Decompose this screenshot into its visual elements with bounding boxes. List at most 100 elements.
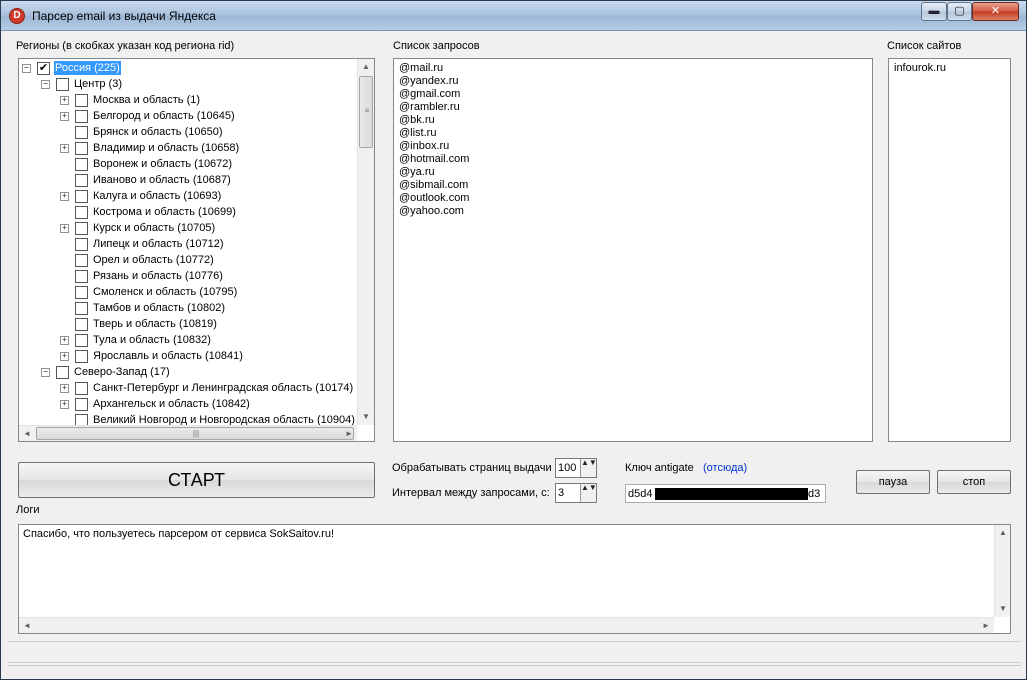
query-item: @gmail.com [399,88,461,100]
tree-item-checkbox[interactable] [75,110,88,123]
query-item: @hotmail.com [399,153,470,165]
tree-item-label: Санкт-Петербург и Ленинградская область … [93,382,354,394]
query-item: @yahoo.com [399,205,464,217]
tree-item-checkbox[interactable] [75,94,88,107]
interval-stepper[interactable]: 3 ▲▼ [555,483,597,503]
logs-vertical-scrollbar[interactable]: ▲ ▼ [994,525,1010,617]
tree-item-checkbox[interactable] [75,398,88,411]
tree-item-checkbox[interactable] [75,350,88,363]
tree-item-checkbox[interactable] [75,302,88,315]
tree-item-label: Курск и область (10705) [93,222,216,234]
grip-icon: ≡ [364,106,370,115]
window-title: Парсер email из выдачи Яндекса [32,9,216,23]
tree-item-label: Иваново и область (10687) [93,174,231,186]
tree-item-checkbox[interactable] [75,142,88,155]
site-item: infourok.ru [894,62,946,74]
logs-textarea[interactable]: Спасибо, что пользуетесь парсером от сер… [18,524,1011,634]
regions-tree[interactable]: − ✔ Россия (225) − Центр (3) + Москва и област… [18,58,375,442]
tree-item-label: Северо-Запад (17) [74,366,170,378]
close-button[interactable]: ✕ [972,2,1019,21]
tree-item-checkbox[interactable] [75,334,88,347]
tree-item-label: Кострома и область (10699) [93,206,236,218]
expand-icon[interactable]: + [60,352,69,361]
regions-vertical-scrollbar[interactable]: ▲ ≡ ▼ [357,59,374,425]
regions-tree-rows: − ✔ Россия (225) − Центр (3) + Москва и област… [19,59,357,425]
minimize-button[interactable]: ▬ [921,2,947,21]
interval-label: Интервал между запросами, с: [392,487,550,499]
expand-icon[interactable]: + [60,384,69,393]
scroll-down-icon[interactable]: ▼ [995,601,1011,617]
scroll-left-icon[interactable]: ◄ [19,618,35,634]
query-item: @inbox.ru [399,140,450,152]
bottom-strip [8,665,1021,672]
status-bar [8,641,1021,663]
antigate-key-suffix: d3 [808,488,821,500]
tree-item-checkbox[interactable] [75,126,88,139]
tree-item-label: Тверь и область (10819) [93,318,217,330]
interval-value: 3 [558,487,565,499]
tree-item-checkbox[interactable] [56,78,69,91]
tree-item-label: Липецк и область (10712) [93,238,224,250]
antigate-link[interactable]: (отсюда) [703,462,747,474]
pages-spin-icon[interactable]: ▲▼ [580,459,597,477]
sites-textarea[interactable]: infourok.ru [888,58,1011,442]
collapse-icon[interactable]: − [41,368,50,377]
query-item: @list.ru [399,127,437,139]
main-content: Регионы (в скобках указан код региона ri… [8,32,1021,673]
tree-item-checkbox[interactable] [75,286,88,299]
pause-button[interactable]: пауза [856,470,930,494]
antigate-key-field[interactable]: d5d4 d3 [625,484,826,503]
start-button[interactable]: СТАРТ [18,462,375,498]
tree-item-label: Белгород и область (10645) [93,110,235,122]
antigate-label: Ключ antigate [625,462,694,474]
scroll-up-icon[interactable]: ▲ [358,59,374,75]
expand-icon[interactable]: + [60,192,69,201]
regions-horizontal-scrollbar[interactable]: ◄ ||| ► [19,425,357,441]
tree-item-checkbox[interactable] [75,382,88,395]
scroll-up-icon[interactable]: ▲ [995,525,1011,541]
pages-value: 100 [558,462,577,474]
expand-icon[interactable]: + [60,336,69,345]
tree-item-checkbox[interactable] [75,190,88,203]
title-bar[interactable]: D Парсер email из выдачи Яндекса ▬ ▢ ✕ [1,1,1026,31]
tree-item-checkbox[interactable] [75,270,88,283]
tree-item-checkbox[interactable] [75,206,88,219]
collapse-icon[interactable]: − [22,64,31,73]
tree-item-checkbox[interactable] [75,318,88,331]
tree-item-checkbox[interactable] [75,254,88,267]
expand-icon[interactable]: + [60,112,69,121]
tree-item-checkbox[interactable] [56,366,69,379]
tree-item-checkbox[interactable] [75,238,88,251]
query-item: @ya.ru [399,166,435,178]
queries-textarea[interactable]: @mail.ru @yandex.ru @gmail.com @rambler.ru @… [393,58,873,442]
tree-item-checkbox[interactable]: ✔ [37,62,50,75]
scroll-right-icon[interactable]: ► [978,618,994,634]
logs-horizontal-scrollbar[interactable]: ◄ ► [19,617,994,633]
sites-list: infourok.ru [894,62,1005,75]
sites-label: Список сайтов [887,40,962,52]
tree-item-label: Ярославль и область (10841) [93,350,243,362]
tree-item-label: Центр (3) [74,78,122,90]
expand-icon[interactable]: + [60,96,69,105]
scroll-left-icon[interactable]: ◄ [19,426,35,441]
scroll-down-icon[interactable]: ▼ [358,409,374,425]
regions-label: Регионы (в скобках указан код региона ri… [16,40,235,52]
pages-stepper[interactable]: 100 ▲▼ [555,458,597,478]
interval-spin-icon[interactable]: ▲▼ [580,484,597,502]
tree-item-label: Тула и область (10832) [93,334,211,346]
regions-scroll-thumb[interactable]: ≡ [359,76,373,148]
log-text: Спасибо, что пользуетесь парсером от сер… [23,528,334,540]
expand-icon[interactable]: + [60,224,69,233]
maximize-button[interactable]: ▢ [947,2,972,21]
antigate-key-redaction [655,488,816,500]
expand-icon[interactable]: + [60,144,69,153]
scroll-right-icon[interactable]: ► [341,426,357,441]
tree-item-checkbox[interactable] [75,414,88,425]
tree-item-checkbox[interactable] [75,222,88,235]
tree-item-checkbox[interactable] [75,174,88,187]
tree-item-checkbox[interactable] [75,158,88,171]
regions-hscroll-thumb[interactable]: ||| [36,427,354,440]
expand-icon[interactable]: + [60,400,69,409]
stop-button[interactable]: стоп [937,470,1011,494]
collapse-icon[interactable]: − [41,80,50,89]
